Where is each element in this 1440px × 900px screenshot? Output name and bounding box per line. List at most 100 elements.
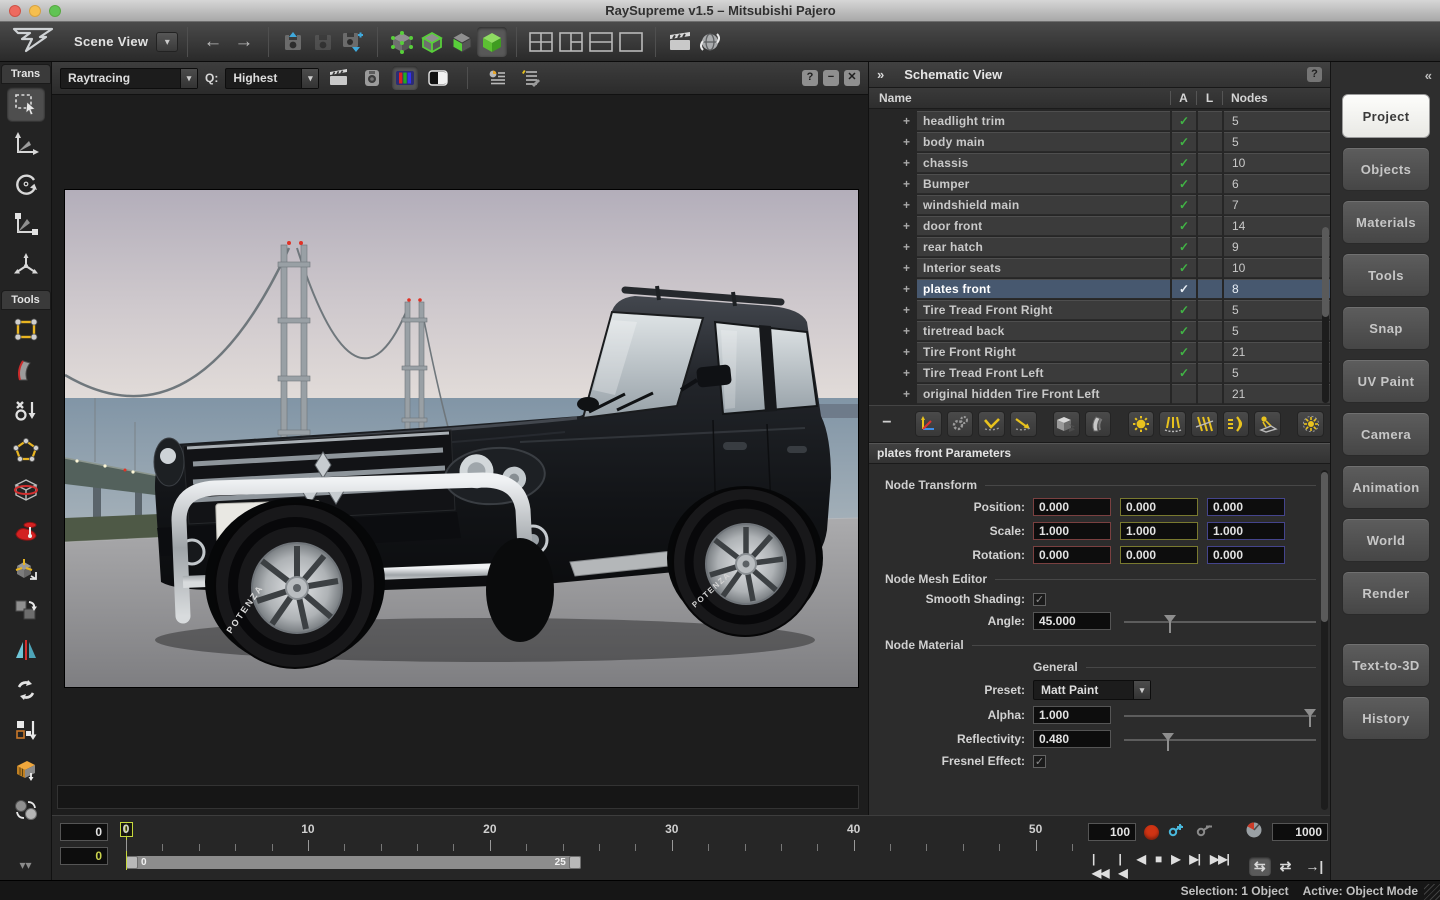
lock-checkbox[interactable] bbox=[1198, 216, 1222, 236]
z-field[interactable] bbox=[1207, 546, 1285, 564]
lock-checkbox[interactable] bbox=[1198, 153, 1222, 173]
vertex-mode-button[interactable] bbox=[387, 27, 417, 57]
snapshot-icon[interactable] bbox=[359, 66, 385, 90]
duplicate-tool[interactable] bbox=[7, 593, 45, 627]
alpha-channel-button[interactable] bbox=[425, 66, 451, 90]
viewport-message-field[interactable] bbox=[57, 785, 859, 809]
current-frame-field[interactable] bbox=[60, 823, 108, 841]
layout-single-button[interactable] bbox=[616, 27, 646, 57]
viewport-minimize-button[interactable]: − bbox=[823, 70, 839, 86]
resize-grip-icon[interactable] bbox=[1424, 884, 1440, 900]
expand-icon[interactable]: + bbox=[869, 303, 917, 317]
schematic-row[interactable]: +rear hatch✓9 bbox=[869, 237, 1330, 257]
schematic-row[interactable]: +plates front✓8 bbox=[869, 279, 1330, 299]
x-field[interactable] bbox=[1033, 522, 1111, 540]
close-window-button[interactable] bbox=[9, 5, 21, 17]
expand-icon[interactable]: + bbox=[869, 282, 917, 296]
reflectivity-slider[interactable] bbox=[1124, 731, 1316, 747]
active-checkbox[interactable]: ✓ bbox=[1172, 237, 1196, 257]
x-field[interactable] bbox=[1033, 498, 1111, 516]
active-checkbox[interactable]: ✓ bbox=[1172, 342, 1196, 362]
deform-tool[interactable] bbox=[7, 513, 45, 547]
sidebar-button-uv-paint[interactable]: UV Paint bbox=[1342, 359, 1430, 403]
refresh-tool[interactable] bbox=[7, 673, 45, 707]
render-stats-icon[interactable] bbox=[484, 66, 510, 90]
schematic-row[interactable]: +headlight trim✓5 bbox=[869, 111, 1330, 131]
chevron-down-icon[interactable]: ▾ bbox=[180, 69, 197, 88]
back-button[interactable]: ← bbox=[197, 27, 228, 57]
mesh-node-button[interactable] bbox=[1053, 411, 1080, 437]
play-button[interactable]: ▶ bbox=[1167, 850, 1183, 882]
expand-icon[interactable]: + bbox=[869, 324, 917, 338]
layout-one-two-button[interactable] bbox=[556, 27, 586, 57]
viewport-help-button[interactable]: ? bbox=[802, 70, 818, 86]
range-start-handle[interactable] bbox=[126, 856, 138, 869]
column-active[interactable]: A bbox=[1170, 91, 1196, 105]
active-checkbox[interactable] bbox=[1172, 384, 1196, 404]
sidebar-button-tools[interactable]: Tools bbox=[1342, 253, 1430, 297]
lock-checkbox[interactable] bbox=[1198, 279, 1222, 299]
scale-tool[interactable] bbox=[7, 207, 45, 241]
schematic-row[interactable]: +door front✓14 bbox=[869, 216, 1330, 236]
fresnel-checkbox[interactable]: ✓ bbox=[1033, 755, 1046, 768]
lock-checkbox[interactable] bbox=[1198, 237, 1222, 257]
expand-icon[interactable]: + bbox=[869, 219, 917, 233]
pingpong-mode-button[interactable]: ⇄ bbox=[1275, 857, 1297, 876]
active-checkbox[interactable]: ✓ bbox=[1172, 153, 1196, 173]
schematic-row[interactable]: +Tire Tread Front Right✓5 bbox=[869, 300, 1330, 320]
save-all-button[interactable] bbox=[308, 27, 338, 57]
layout-quad-button[interactable] bbox=[526, 27, 556, 57]
sidebar-button-text-to-3d[interactable]: Text-to-3D bbox=[1342, 643, 1430, 687]
layout-rows-button[interactable] bbox=[586, 27, 616, 57]
z-field[interactable] bbox=[1207, 522, 1285, 540]
remove-node-button[interactable]: − bbox=[875, 411, 899, 437]
viewport-close-button[interactable]: ✕ bbox=[844, 70, 860, 86]
publish-web-icon[interactable] bbox=[695, 27, 725, 57]
render-movie-icon[interactable] bbox=[665, 27, 695, 57]
schematic-row[interactable]: +tiretread back✓5 bbox=[869, 321, 1330, 341]
deform-node-button[interactable] bbox=[1085, 411, 1112, 437]
schematic-row[interactable]: +Interior seats✓10 bbox=[869, 258, 1330, 278]
zoom-window-button[interactable] bbox=[49, 5, 61, 17]
lock-checkbox[interactable] bbox=[1198, 174, 1222, 194]
smooth-shading-checkbox[interactable]: ✓ bbox=[1033, 593, 1046, 606]
vertex-tool[interactable] bbox=[7, 313, 45, 347]
sidebar-button-project[interactable]: Project bbox=[1342, 94, 1430, 138]
schematic-row[interactable]: +Bumper✓6 bbox=[869, 174, 1330, 194]
schematic-row[interactable]: +Tire Front Right✓21 bbox=[869, 342, 1330, 362]
timeline-ruler[interactable]: 0 25 0 01020304050 bbox=[120, 820, 1078, 872]
expand-icon[interactable]: + bbox=[869, 240, 917, 254]
schematic-row[interactable]: +original hidden Tire Front Left21 bbox=[869, 384, 1330, 404]
rotate-tool[interactable] bbox=[7, 167, 45, 201]
save-button[interactable] bbox=[278, 27, 308, 57]
lock-checkbox[interactable] bbox=[1198, 111, 1222, 131]
angle-field[interactable] bbox=[1033, 612, 1111, 630]
schematic-row[interactable]: +windshield main✓7 bbox=[869, 195, 1330, 215]
sidebar-button-history[interactable]: History bbox=[1342, 696, 1430, 740]
lock-checkbox[interactable] bbox=[1198, 384, 1222, 404]
reflectivity-field[interactable] bbox=[1033, 730, 1111, 748]
active-checkbox[interactable]: ✓ bbox=[1172, 279, 1196, 299]
expand-icon[interactable]: + bbox=[869, 366, 917, 380]
z-field[interactable] bbox=[1207, 498, 1285, 516]
lock-checkbox[interactable] bbox=[1198, 258, 1222, 278]
y-field[interactable] bbox=[1120, 522, 1198, 540]
schematic-row[interactable]: +body main✓5 bbox=[869, 132, 1330, 152]
scene-view-selector[interactable]: Scene View ▾ bbox=[74, 32, 178, 52]
skip-start-button[interactable]: |◀◀ bbox=[1088, 850, 1112, 882]
lock-checkbox[interactable] bbox=[1198, 300, 1222, 320]
pivot-tool[interactable] bbox=[7, 247, 45, 281]
record-button[interactable] bbox=[1144, 825, 1159, 840]
expand-icon[interactable]: + bbox=[869, 177, 917, 191]
range-end-handle[interactable] bbox=[569, 856, 581, 869]
expand-icon[interactable]: + bbox=[869, 345, 917, 359]
section-tool[interactable] bbox=[7, 473, 45, 507]
forward-button[interactable]: → bbox=[228, 27, 259, 57]
active-checkbox[interactable]: ✓ bbox=[1172, 300, 1196, 320]
lock-checkbox[interactable] bbox=[1198, 132, 1222, 152]
expand-icon[interactable]: + bbox=[869, 198, 917, 212]
expand-icon[interactable]: + bbox=[869, 387, 917, 401]
extrude-star-tool[interactable] bbox=[7, 553, 45, 587]
active-checkbox[interactable]: ✓ bbox=[1172, 111, 1196, 131]
expand-icon[interactable]: + bbox=[869, 135, 917, 149]
